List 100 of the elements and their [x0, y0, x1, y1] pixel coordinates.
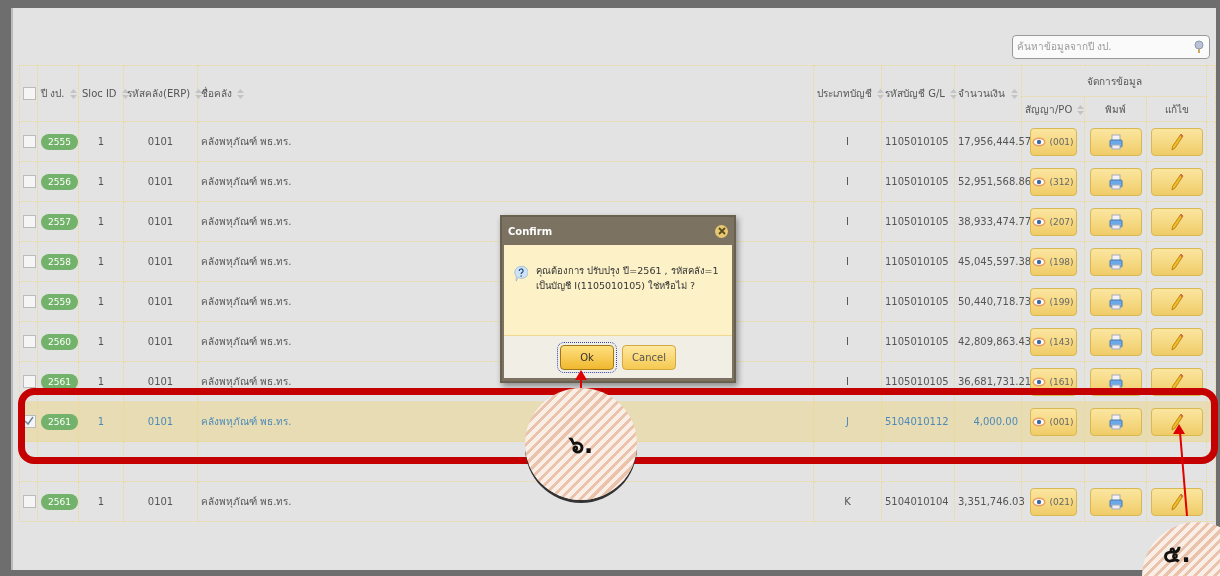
table-cell: 1: [97, 216, 105, 227]
pencil-icon: [1169, 292, 1184, 311]
pencil-icon: [1169, 492, 1184, 511]
table-cell: คลังพหุภัณฑ์ พธ.ทร.: [201, 496, 292, 507]
table-cell: 1: [97, 256, 105, 267]
column-header[interactable]: ชื่อคลัง: [201, 88, 232, 99]
table-cell: 1105010105: [885, 176, 949, 187]
eye-icon: [1032, 376, 1047, 387]
pencil-icon: [1169, 172, 1184, 191]
table-cell: คลังพหุภัณฑ์ พธ.ทร.: [201, 376, 292, 387]
table-cell: 1: [97, 136, 105, 147]
table-cell: 5104010112: [885, 416, 949, 427]
pencil-icon: [1169, 372, 1184, 391]
edit-button[interactable]: [1150, 487, 1203, 516]
table-cell: 1105010105: [885, 376, 949, 387]
table-cell: 0101: [147, 176, 174, 187]
contract-button[interactable]: (143): [1029, 327, 1077, 356]
table-cell: 0101: [147, 136, 174, 147]
column-header[interactable]: Sloc ID: [82, 88, 117, 99]
row-checkbox[interactable]: [23, 175, 36, 188]
contract-button[interactable]: (001): [1029, 127, 1077, 156]
table-cell: คลังพหุภัณฑ์ พธ.ทร.: [201, 136, 292, 147]
printer-icon: [1108, 493, 1123, 510]
printer-icon: [1108, 333, 1123, 350]
table-cell: I: [846, 296, 849, 307]
table-cell: K: [844, 496, 851, 507]
printer-icon: [1108, 413, 1123, 430]
search-icon: [1193, 39, 1205, 54]
table-cell: 42,809,863.43: [958, 336, 1032, 347]
contract-button[interactable]: (312): [1029, 167, 1077, 196]
contract-button[interactable]: (198): [1029, 247, 1077, 276]
table-cell: 1: [97, 336, 105, 347]
column-header[interactable]: ปี งป.: [41, 88, 65, 99]
year-badge: 2558: [41, 253, 78, 270]
table-cell: 1: [97, 496, 105, 507]
table-cell: 0101: [147, 496, 174, 507]
year-badge: 2559: [41, 293, 78, 310]
contract-button[interactable]: (021): [1029, 487, 1077, 516]
row-checkbox[interactable]: [23, 335, 36, 348]
table-cell: 0101: [147, 376, 174, 387]
search-field[interactable]: ค้นหาข้อมูลจากปี งป.: [1012, 34, 1210, 59]
edit-button[interactable]: [1150, 407, 1203, 436]
column-header[interactable]: ประเภทบัญชี: [817, 88, 872, 99]
year-badge: 2561: [41, 373, 78, 390]
table-cell: 0101: [147, 416, 174, 427]
column-header[interactable]: แก้ไข: [1164, 103, 1189, 115]
pencil-icon: [1169, 212, 1184, 231]
column-header[interactable]: จำนวนเงิน: [958, 88, 1006, 99]
select-all-checkbox[interactable]: [23, 87, 36, 100]
table-cell: คลังพหุภัณฑ์ พธ.ทร.: [201, 416, 292, 427]
dialog-button[interactable]: Ok: [560, 344, 614, 370]
printer-icon: [1108, 173, 1123, 190]
table-cell: I: [846, 336, 849, 347]
table-cell: 1105010105: [885, 336, 949, 347]
year-badge: 2560: [41, 333, 78, 350]
table-cell: 36,681,731.21: [958, 376, 1032, 387]
printer-icon: [1108, 213, 1123, 230]
column-header[interactable]: พิมพ์: [1105, 103, 1126, 115]
year-badge: 2561: [41, 413, 78, 430]
eye-icon: [1032, 296, 1047, 307]
row-checkbox[interactable]: [23, 215, 36, 228]
contract-button[interactable]: (207): [1029, 207, 1077, 236]
table-cell: 3,351,746.03: [958, 496, 1025, 507]
eye-icon: [1032, 176, 1047, 187]
column-header[interactable]: รหัสบัญชี G/L: [885, 88, 945, 99]
row-checkbox[interactable]: [23, 295, 36, 308]
row-checkbox[interactable]: [23, 255, 36, 268]
dialog-title: Confirm: [508, 225, 553, 237]
table-cell: 0101: [147, 296, 174, 307]
row-checkbox[interactable]: [23, 495, 36, 508]
eye-icon: [1032, 336, 1047, 347]
pencil-icon: [1169, 132, 1184, 151]
dialog-message: คุณต้องการ ปรับปรุง ปี=2561 , รหัสคลัง=1 เป็นบัญชี I(1105010105) ใช่หรือไม่ ?: [536, 264, 720, 294]
table-cell: 52,951,568.86: [958, 176, 1032, 187]
row-checkbox[interactable]: [23, 135, 36, 148]
eye-icon: [1032, 416, 1047, 427]
row-checkbox[interactable]: [23, 375, 36, 388]
dialog-button[interactable]: Cancel: [622, 344, 676, 370]
table-cell: I: [846, 176, 849, 187]
table-cell: คลังพหุภัณฑ์ พธ.ทร.: [201, 296, 292, 307]
table-cell: 1105010105: [885, 136, 949, 147]
column-header[interactable]: รหัสคลัง(ERP): [127, 88, 191, 99]
table-cell: 1105010105: [885, 256, 949, 267]
contract-button[interactable]: (001): [1029, 407, 1077, 436]
pencil-icon: [1169, 252, 1184, 271]
table-cell: 5104010104: [885, 496, 949, 507]
pencil-icon: [1169, 412, 1184, 431]
close-icon[interactable]: [715, 224, 728, 238]
table-cell: คลังพหุภัณฑ์ พธ.ทร.: [201, 176, 292, 187]
contract-button[interactable]: (199): [1029, 287, 1077, 316]
table-cell: I: [846, 376, 849, 387]
year-badge: 2555: [41, 133, 78, 150]
pencil-icon: [1169, 332, 1184, 351]
table-cell: 38,933,474.77: [958, 216, 1032, 227]
table-cell: 4,000.00: [973, 416, 1018, 427]
year-badge: 2561: [41, 493, 78, 510]
table-cell: 50,440,718.73: [958, 296, 1032, 307]
table-cell: คลังพหุภัณฑ์ พธ.ทร.: [201, 256, 292, 267]
table-cell: 17,956,444.57: [958, 136, 1032, 147]
table-cell: 0101: [147, 336, 174, 347]
